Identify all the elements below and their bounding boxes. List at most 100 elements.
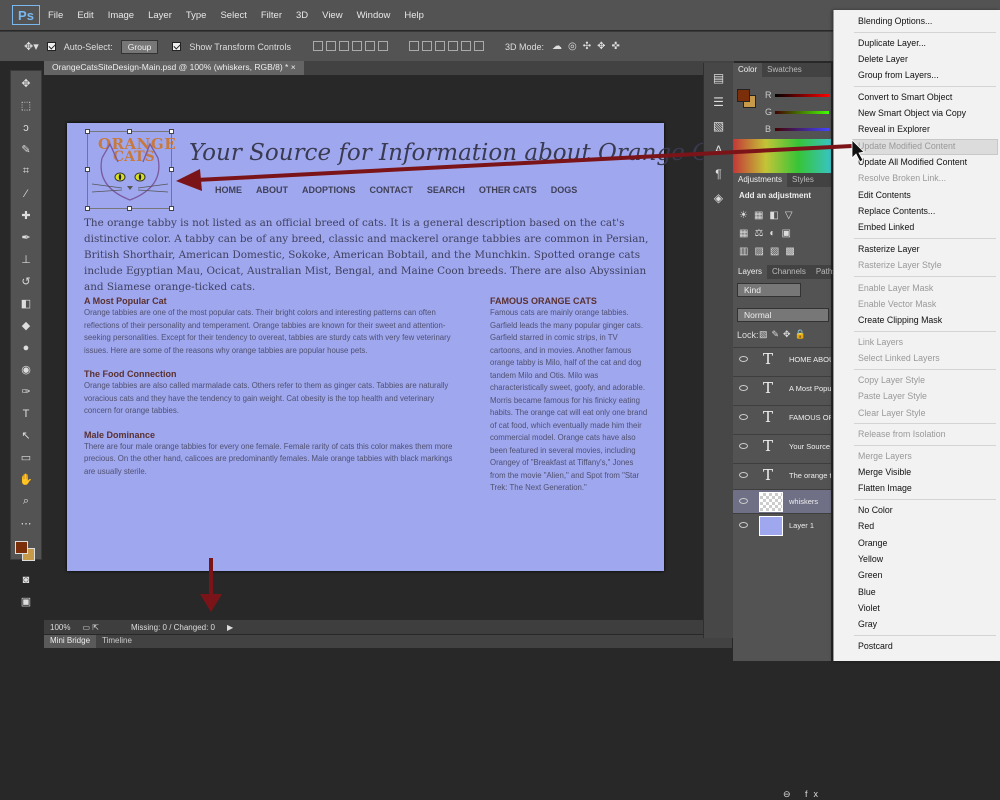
menu-filter[interactable]: Filter — [261, 10, 282, 21]
document-tab[interactable]: OrangeCatsSiteDesign-Main.psd @ 100% (wh… — [44, 61, 304, 75]
menu-item-red[interactable]: Red — [858, 521, 874, 531]
type-tool-icon[interactable]: T — [15, 404, 37, 423]
character-icon[interactable]: A — [709, 141, 729, 159]
align-buttons[interactable] — [312, 40, 391, 53]
crop-tool-icon[interactable]: ⌗ — [15, 162, 37, 181]
layer-row[interactable]: T A Most Popular — [733, 376, 831, 400]
tab-swatches[interactable]: Swatches — [762, 63, 807, 77]
menu-item-group-from-layers[interactable]: Group from Layers... — [858, 70, 939, 80]
r-slider[interactable] — [775, 94, 829, 97]
nav-about[interactable]: ABOUT — [256, 185, 288, 195]
menu-item-rasterize-layer[interactable]: Rasterize Layer — [858, 244, 920, 254]
healing-brush-icon[interactable]: ✚ — [15, 206, 37, 225]
pen-tool-icon[interactable]: ✑ — [15, 382, 37, 401]
tab-color[interactable]: Color — [733, 63, 763, 77]
blur-tool-icon[interactable]: ● — [15, 338, 37, 357]
menu-edit[interactable]: Edit — [77, 10, 93, 21]
align-left-icon[interactable] — [351, 40, 362, 51]
lock-icons[interactable]: ▧✎✥🔒 — [759, 329, 810, 340]
visibility-eye-icon[interactable] — [739, 385, 748, 391]
b-slider[interactable] — [775, 128, 829, 131]
align-bottom-icon[interactable] — [338, 40, 349, 51]
panel-foreground-swatch[interactable] — [737, 89, 750, 102]
align-top-icon[interactable] — [312, 40, 323, 51]
blend-mode-dropdown[interactable]: Normal — [737, 308, 829, 322]
lasso-tool-icon[interactable]: ↄ — [15, 118, 37, 137]
layer-row[interactable]: Layer 1 — [733, 513, 831, 537]
shape-tool-icon[interactable]: ▭ — [15, 448, 37, 467]
menu-item-postcard[interactable]: Postcard — [858, 641, 893, 651]
nav-search[interactable]: SEARCH — [427, 185, 465, 195]
menu-item-orange[interactable]: Orange — [858, 538, 887, 548]
menu-item-gray[interactable]: Gray — [858, 619, 877, 629]
menu-item-violet[interactable]: Violet — [858, 603, 880, 613]
tab-styles[interactable]: Styles — [787, 173, 819, 187]
distribute-bottom-icon[interactable] — [434, 40, 445, 51]
menu-item-reveal-in-explorer[interactable]: Reveal in Explorer — [858, 124, 930, 134]
document-canvas[interactable]: ORANGE CATS Your Source for Information … — [67, 123, 744, 571]
nav-contact[interactable]: CONTACT — [370, 185, 413, 195]
menu-type[interactable]: Type — [186, 10, 207, 21]
distribute-left-icon[interactable] — [447, 40, 458, 51]
menu-item-delete-layer[interactable]: Delete Layer — [858, 54, 908, 64]
paragraph-icon[interactable]: ¶ — [709, 165, 729, 183]
foreground-color-swatch[interactable] — [15, 541, 28, 554]
tab-adjustments[interactable]: Adjustments — [733, 173, 788, 187]
move-tool-icon[interactable]: ✥ — [15, 74, 37, 93]
align-right-icon[interactable] — [377, 40, 388, 51]
distribute-buttons[interactable] — [408, 40, 487, 53]
dodge-tool-icon[interactable]: ◉ — [15, 360, 37, 379]
zoom-tool-icon[interactable]: ⌕ — [15, 492, 37, 511]
menu-view[interactable]: View — [322, 10, 342, 21]
menu-item-flatten-image[interactable]: Flatten Image — [858, 483, 912, 493]
3d-panel-icon[interactable]: ◈ — [709, 189, 729, 207]
menu-item-merge-visible[interactable]: Merge Visible — [858, 467, 911, 477]
layer-row-selected[interactable]: whiskers — [733, 489, 831, 513]
distribute-right-icon[interactable] — [473, 40, 484, 51]
nav-home[interactable]: HOME — [215, 185, 242, 195]
menu-file[interactable]: File — [48, 10, 63, 21]
color-swatches[interactable] — [11, 539, 41, 567]
g-slider[interactable] — [775, 111, 829, 114]
tab-mini-bridge[interactable]: Mini Bridge — [44, 635, 97, 648]
auto-select-dropdown[interactable]: Group — [120, 39, 159, 54]
marquee-tool-icon[interactable]: ⬚ — [15, 96, 37, 115]
menu-item-embed-linked[interactable]: Embed Linked — [858, 222, 914, 232]
distribute-top-icon[interactable] — [408, 40, 419, 51]
eraser-tool-icon[interactable]: ◧ — [15, 294, 37, 313]
more-tools-icon[interactable]: ⋯ — [15, 514, 37, 533]
visibility-eye-icon[interactable] — [739, 498, 748, 504]
properties-icon[interactable]: ☰ — [709, 93, 729, 111]
visibility-eye-icon[interactable] — [739, 522, 748, 528]
menu-item-duplicate-layer[interactable]: Duplicate Layer... — [858, 38, 926, 48]
nav-other-cats[interactable]: OTHER CATS — [479, 185, 537, 195]
path-select-icon[interactable]: ↖ — [15, 426, 37, 445]
screen-mode-icon[interactable]: ▣ — [15, 592, 37, 611]
visibility-eye-icon[interactable] — [739, 356, 748, 362]
paint-bucket-icon[interactable]: ◆ — [15, 316, 37, 335]
quick-select-tool-icon[interactable]: ✎ — [15, 140, 37, 159]
align-middle-icon[interactable] — [325, 40, 336, 51]
tab-timeline[interactable]: Timeline — [96, 635, 138, 648]
zoom-level[interactable]: 100% — [50, 623, 70, 632]
history-icon[interactable]: ▤ — [709, 69, 729, 87]
menu-layer[interactable]: Layer — [148, 10, 172, 21]
eyedropper-tool-icon[interactable]: ⁄ — [15, 184, 37, 203]
menu-item-convert-to-smart-object[interactable]: Convert to Smart Object — [858, 92, 952, 102]
kind-filter-dropdown[interactable]: Kind — [737, 283, 801, 297]
menu-select[interactable]: Select — [220, 10, 246, 21]
menu-window[interactable]: Window — [357, 10, 391, 21]
3d-mode-icons[interactable]: ☁◎✣✥✜ — [552, 41, 626, 52]
layer-row[interactable]: T HOME ABOUT — [733, 347, 831, 371]
brush-tool-icon[interactable]: ✒ — [15, 228, 37, 247]
tab-channels[interactable]: Channels — [767, 265, 811, 279]
menu-item-new-smart-object-via-copy[interactable]: New Smart Object via Copy — [858, 108, 966, 118]
visibility-eye-icon[interactable] — [739, 472, 748, 478]
layer-row[interactable]: T Your Source — [733, 434, 831, 458]
tab-layers[interactable]: Layers — [733, 265, 768, 279]
show-transform-checkbox[interactable] — [172, 42, 182, 51]
site-logo[interactable]: ORANGE CATS — [85, 129, 176, 211]
menu-help[interactable]: Help — [404, 10, 424, 21]
layer-row[interactable]: T FAMOUS ORANGE — [733, 405, 831, 429]
clone-stamp-icon[interactable]: ⊥ — [15, 250, 37, 269]
